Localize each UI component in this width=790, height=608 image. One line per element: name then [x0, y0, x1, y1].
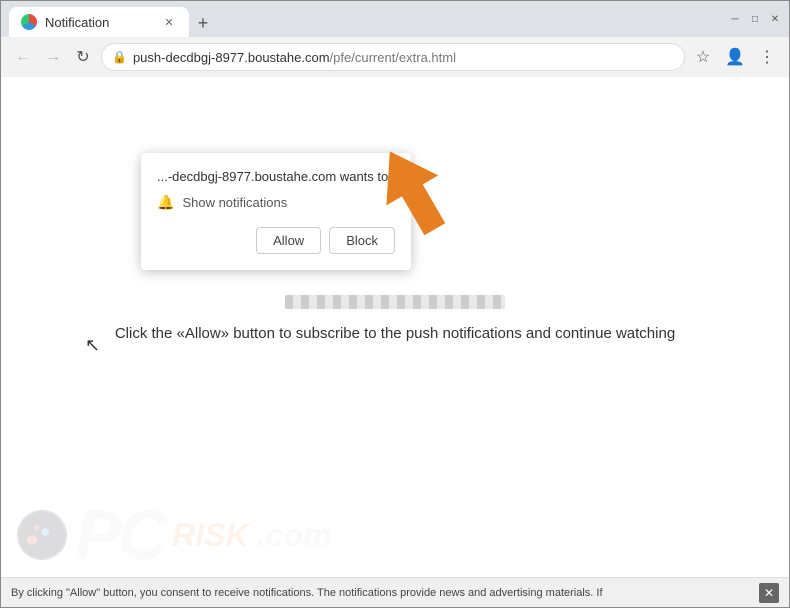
progress-bar — [285, 295, 505, 309]
close-window-button[interactable]: ✕ — [769, 13, 781, 25]
url-text: push-decdbgj-8977.boustahe.com/pfe/curre… — [133, 50, 674, 65]
active-tab[interactable]: Notification ✕ — [9, 7, 189, 37]
bookmark-icon[interactable]: ☆ — [691, 45, 715, 69]
notification-popup: ...-decdbgj-8977.boustahe.com wants to 🔔… — [141, 153, 411, 270]
browser-window: Notification ✕ + ─ □ ✕ ← → ↻ 🔒 push-decd… — [0, 0, 790, 608]
lock-icon: 🔒 — [112, 50, 127, 64]
toolbar-icons: ☆ 👤 ⋮ — [691, 45, 779, 69]
notification-header: ...-decdbgj-8977.boustahe.com wants to — [157, 169, 395, 184]
forward-button[interactable]: → — [41, 45, 65, 69]
minimize-button[interactable]: ─ — [729, 13, 741, 25]
tab-favicon — [21, 14, 37, 30]
notification-bell-row: 🔔 Show notifications — [157, 194, 395, 211]
pc-risk-logo: PC RISK .com — [1, 495, 331, 575]
back-button[interactable]: ← — [11, 45, 35, 69]
window-controls: ─ □ ✕ — [729, 13, 781, 25]
arrow-indicator — [386, 149, 466, 239]
instruction-text: Click the «Allow» button to subscribe to… — [85, 325, 705, 342]
tab-area: Notification ✕ + — [9, 1, 717, 37]
url-bar[interactable]: 🔒 push-decdbgj-8977.boustahe.com/pfe/cur… — [101, 43, 685, 71]
pc-letters: PC — [75, 495, 164, 575]
allow-button[interactable]: Allow — [256, 227, 321, 254]
bottom-notif-close[interactable]: ✕ — [759, 583, 779, 603]
bottom-notif-text: By clicking "Allow" button, you consent … — [11, 587, 603, 599]
tab-label: Notification — [45, 15, 109, 30]
bottom-notification-bar: By clicking "Allow" button, you consent … — [1, 577, 789, 607]
maximize-button[interactable]: □ — [749, 13, 761, 25]
risk-letters: RISK — [172, 517, 248, 554]
title-bar: Notification ✕ + ─ □ ✕ — [1, 1, 789, 37]
new-tab-button[interactable]: + — [189, 9, 217, 37]
profile-icon[interactable]: 👤 — [723, 45, 747, 69]
menu-icon[interactable]: ⋮ — [755, 45, 779, 69]
dot-com: .com — [257, 517, 332, 554]
bell-icon: 🔔 — [157, 194, 174, 211]
show-notifications-label: Show notifications — [182, 195, 287, 210]
address-bar: ← → ↻ 🔒 push-decdbgj-8977.boustahe.com/p… — [1, 37, 789, 77]
reload-button[interactable]: ↻ — [71, 45, 95, 69]
tab-close-button[interactable]: ✕ — [161, 14, 177, 30]
logo-svg — [17, 510, 67, 560]
page-content: ...-decdbgj-8977.boustahe.com wants to 🔔… — [1, 77, 789, 607]
notification-buttons: Allow Block — [157, 227, 395, 254]
logo-circle — [17, 510, 67, 560]
